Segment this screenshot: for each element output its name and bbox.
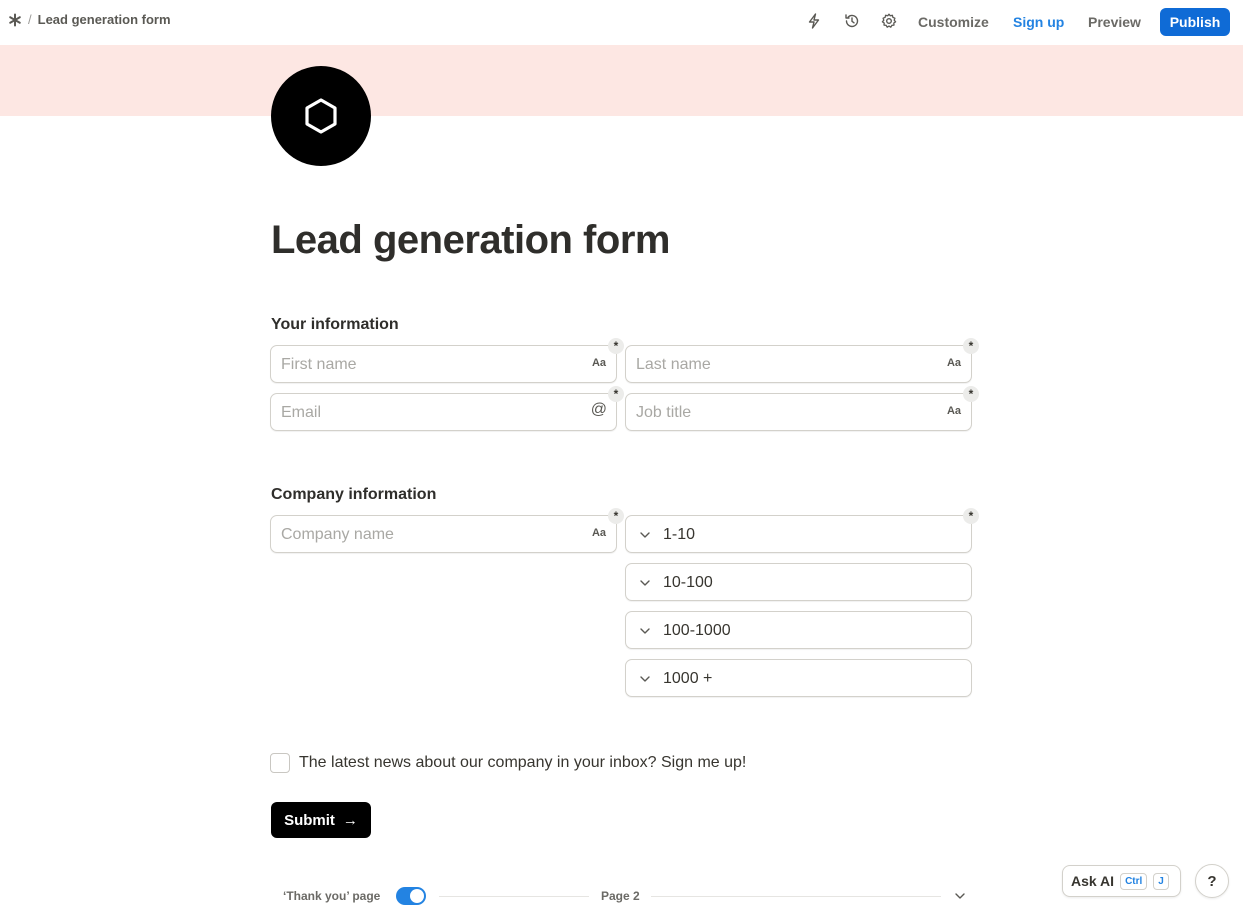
section-company-information[interactable]: Company information [271,486,436,504]
job-title-placeholder: Job title [636,404,692,421]
first-name-field[interactable]: First name Aa * [270,338,624,383]
text-type-icon: Aa [946,405,961,417]
company-name-field[interactable]: Company name Aa * [270,508,624,553]
customize-button[interactable]: Customize [918,14,989,30]
email-field[interactable]: Email @ * [270,386,624,431]
company-size-option[interactable]: 100-1000 [625,611,972,649]
top-bar: / Lead generation form Customize Sign up… [0,0,1243,45]
required-marker: * [608,508,624,524]
option-label: 10-100 [663,574,713,591]
company-size-option[interactable]: 10-100 [625,563,972,601]
page-2-label[interactable]: Page 2 [601,889,640,903]
email-placeholder: Email [281,404,322,421]
job-title-field[interactable]: Job title Aa * [625,386,979,431]
toggle-knob [410,889,424,903]
page-title[interactable]: Lead generation form [271,218,670,263]
email-type-icon: @ [590,401,607,418]
required-marker: * [963,338,979,354]
required-marker: * [963,386,979,402]
text-type-icon: Aa [591,527,606,539]
cover-banner[interactable] [0,45,1243,116]
option-label: 1-10 [663,526,696,543]
submit-button[interactable]: Submit → [271,802,371,838]
newsletter-checkbox[interactable] [270,753,290,773]
required-marker: * [608,386,624,402]
asterisk-logo-icon[interactable] [8,13,22,27]
company-size-option[interactable]: 1000 + [625,659,972,697]
company-size-option[interactable]: 1-10 * [625,508,979,553]
preview-button[interactable]: Preview [1088,14,1141,30]
thank-you-page-toggle[interactable] [396,887,426,905]
company-name-placeholder: Company name [281,526,394,543]
form-icon[interactable] [271,66,371,166]
newsletter-label[interactable]: The latest news about our company in you… [299,754,746,772]
submit-label: Submit [284,811,335,829]
lightning-icon[interactable] [805,12,823,30]
section-your-information[interactable]: Your information [271,316,399,334]
gear-icon[interactable] [880,12,898,30]
chevron-down-icon [640,676,650,682]
chevron-down-icon [640,532,650,538]
breadcrumb-separator: / [28,12,32,27]
breadcrumb-page-name[interactable]: Lead generation form [38,12,171,27]
shortcut-j-key: J [1153,872,1169,890]
chevron-down-icon [640,628,650,634]
breadcrumb: / Lead generation form [8,12,171,27]
page-navigation: ‘Thank you’ page Page 2 [283,886,973,906]
chevron-down-icon [640,580,650,586]
arrow-right-icon: → [342,811,358,829]
sign-up-link[interactable]: Sign up [1013,14,1064,30]
text-type-icon: Aa [946,357,961,369]
ask-ai-button[interactable]: Ask AI Ctrl J [1062,865,1181,897]
option-label: 1000 + [663,670,713,687]
chevron-down-icon[interactable] [953,889,967,903]
text-type-icon: Aa [591,357,606,369]
required-marker: * [608,338,624,354]
first-name-placeholder: First name [281,356,357,373]
shortcut-ctrl-key: Ctrl [1120,872,1148,890]
last-name-placeholder: Last name [636,356,711,373]
hexagon-icon [305,98,337,134]
required-marker: * [963,508,979,524]
divider-line [439,896,589,897]
history-icon[interactable] [843,12,861,30]
option-label: 100-1000 [663,622,731,639]
last-name-field[interactable]: Last name Aa * [625,338,979,383]
ask-ai-label: Ask AI [1071,873,1115,889]
publish-button[interactable]: Publish [1160,8,1230,36]
help-button[interactable]: ? [1195,864,1229,898]
thank-you-page-label: ‘Thank you’ page [283,889,381,903]
divider-line [651,896,941,897]
